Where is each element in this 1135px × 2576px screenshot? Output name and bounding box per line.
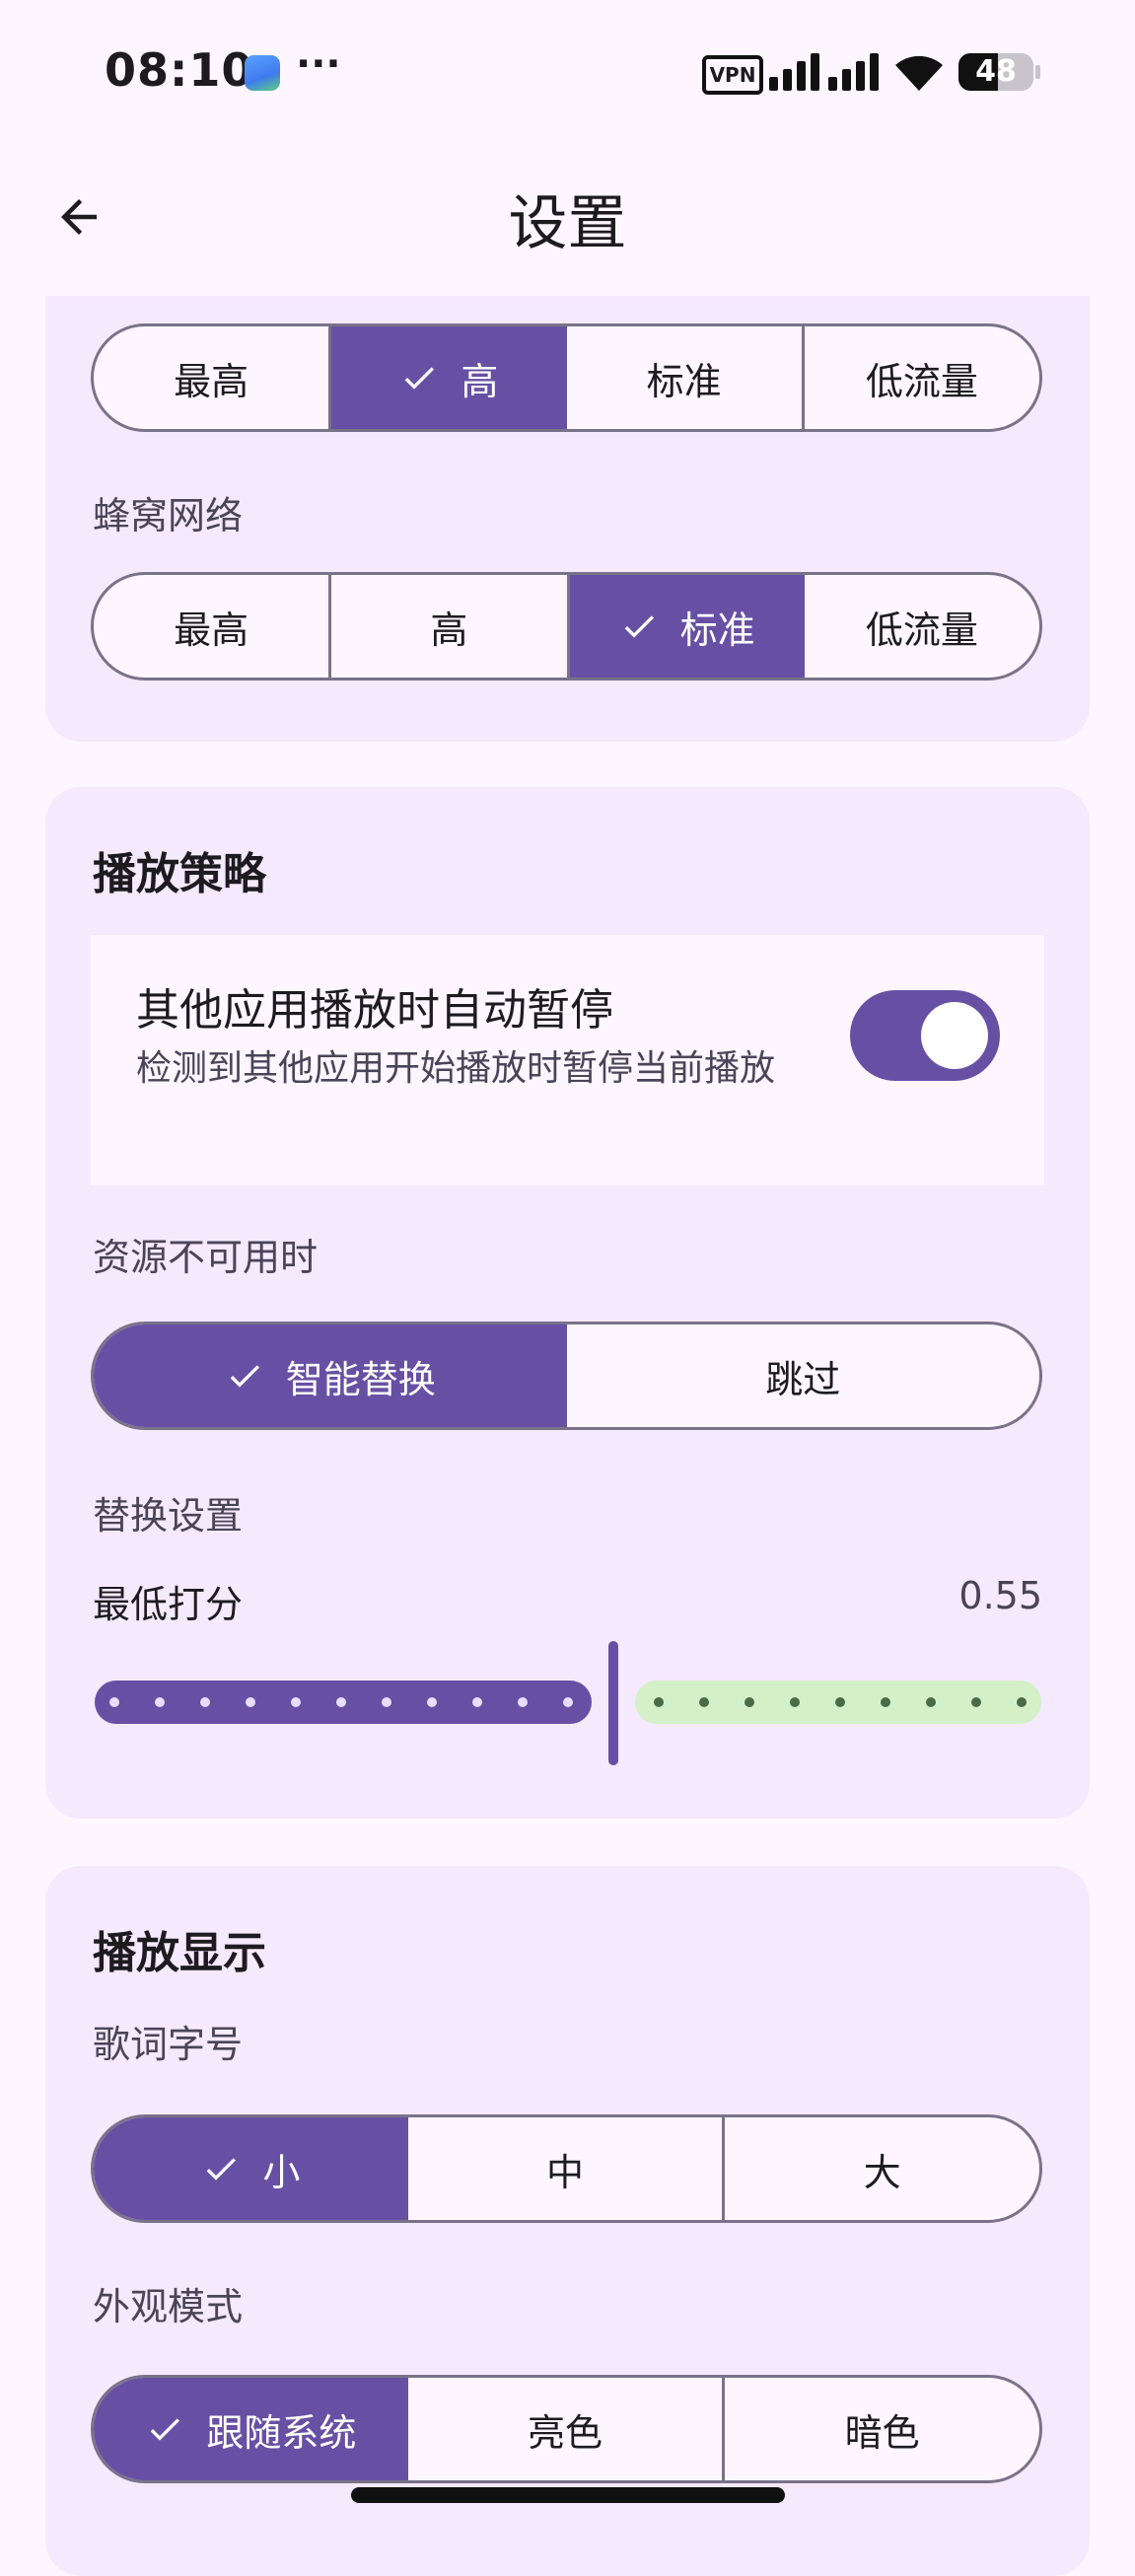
slider-tick xyxy=(790,1697,800,1707)
gesture-navigation-bar[interactable] xyxy=(351,2487,785,2503)
wifi-icon xyxy=(895,55,943,91)
option-label: 亮色 xyxy=(528,2410,603,2455)
slider-tick xyxy=(200,1697,210,1707)
unavailable-action-option[interactable]: 跳过 xyxy=(567,1324,1040,1427)
wifi-quality-selector: 最高 高 标准 低流量 xyxy=(91,323,1042,432)
cellular-quality-selector: 最高 高 标准 低流量 xyxy=(91,572,1042,680)
check-icon xyxy=(151,2418,180,2441)
slider-tick xyxy=(745,1697,754,1707)
app-notification-icon xyxy=(245,55,280,91)
lyrics-size-option[interactable]: 大 xyxy=(722,2117,1039,2220)
option-label: 标准 xyxy=(679,608,755,652)
cellular-quality-option[interactable]: 高 xyxy=(328,575,566,678)
auto-pause-row[interactable]: 其他应用播放时自动暂停 检测到其他应用开始播放时暂停当前播放 xyxy=(91,935,1044,1185)
slider-tick xyxy=(926,1697,936,1707)
lyrics-size-option[interactable]: 小 xyxy=(94,2117,408,2220)
wifi-quality-option[interactable]: 最高 xyxy=(94,326,328,429)
appearance-mode-selector: 跟随系统 亮色 暗色 xyxy=(91,2375,1042,2483)
slider-tick xyxy=(336,1697,346,1707)
min-score-label: 最低打分 xyxy=(93,1583,244,1626)
slider-handle xyxy=(608,1641,618,1765)
playback-strategy-card: 播放策略 其他应用播放时自动暂停 检测到其他应用开始播放时暂停当前播放 资源不可… xyxy=(45,787,1090,1819)
cellular-quality-option[interactable]: 最高 xyxy=(94,575,328,678)
slider-tick xyxy=(109,1697,119,1707)
unavailable-action-option[interactable]: 智能替换 xyxy=(94,1324,567,1427)
option-label: 暗色 xyxy=(844,2410,920,2455)
quality-card: 最高 高 标准 低流量 蜂窝网络 最高 高 标准 低流量 xyxy=(45,296,1090,742)
switch-knob xyxy=(921,1002,988,1069)
option-label: 低流量 xyxy=(865,359,978,403)
check-icon xyxy=(624,615,654,638)
battery-icon: 48 xyxy=(958,53,1033,91)
slider-tick xyxy=(382,1697,391,1707)
unavailable-label: 资源不可用时 xyxy=(93,1236,319,1279)
appearance-mode-option[interactable]: 暗色 xyxy=(722,2378,1039,2480)
cellular-quality-option[interactable]: 标准 xyxy=(566,575,805,678)
option-label: 标准 xyxy=(646,359,722,403)
option-label: 智能替换 xyxy=(285,1357,436,1401)
unavailable-action-selector: 智能替换 跳过 xyxy=(91,1322,1042,1430)
battery-level: 48 xyxy=(975,54,1017,89)
slider-tick xyxy=(881,1697,890,1707)
slider-tick xyxy=(699,1697,709,1707)
option-label: 低流量 xyxy=(865,608,978,652)
min-score-value: 0.55 xyxy=(958,1574,1042,1617)
slider-tick xyxy=(246,1697,255,1707)
slider-tick xyxy=(518,1697,528,1707)
check-icon xyxy=(405,367,435,390)
appearance-mode-option[interactable]: 跟随系统 xyxy=(94,2378,408,2480)
slider-tick xyxy=(472,1697,482,1707)
top-app-bar: 设置 xyxy=(0,148,1135,296)
battery-nub xyxy=(1035,65,1040,79)
option-label: 高 xyxy=(461,359,499,403)
slider-tick xyxy=(971,1697,981,1707)
appearance-mode-label: 外观模式 xyxy=(93,2285,244,2328)
option-label: 高 xyxy=(430,608,468,652)
appearance-mode-option[interactable]: 亮色 xyxy=(408,2378,723,2480)
option-label: 跳过 xyxy=(765,1357,841,1401)
option-label: 大 xyxy=(863,2150,901,2194)
wifi-quality-option[interactable]: 低流量 xyxy=(801,326,1039,429)
slider-tick xyxy=(654,1697,664,1707)
lyrics-size-selector: 小 中 大 xyxy=(91,2114,1042,2223)
slider-tick xyxy=(291,1697,301,1707)
wifi-quality-option[interactable]: 高 xyxy=(328,326,567,429)
slider-tick xyxy=(427,1697,437,1707)
playback-display-card: 播放显示 歌词字号 小 中 大 外观模式 跟随系统 亮色 暗色 xyxy=(45,1866,1090,2576)
option-label: 跟随系统 xyxy=(206,2410,357,2455)
check-icon xyxy=(207,2158,237,2181)
option-label: 小 xyxy=(262,2150,301,2194)
status-time: 08:10 xyxy=(105,43,254,97)
option-label: 最高 xyxy=(174,608,249,652)
check-icon xyxy=(230,1365,259,1388)
slider-tick xyxy=(563,1697,573,1707)
lyrics-size-option[interactable]: 中 xyxy=(408,2117,723,2220)
auto-pause-title: 其他应用播放时自动暂停 xyxy=(136,985,613,1036)
cellular-network-label: 蜂窝网络 xyxy=(93,494,244,537)
card-title: 播放策略 xyxy=(93,849,266,899)
min-score-slider[interactable] xyxy=(95,1641,1041,1779)
slider-tick xyxy=(155,1697,165,1707)
option-label: 中 xyxy=(546,2150,585,2194)
cellular-quality-option[interactable]: 低流量 xyxy=(805,575,1039,678)
slider-tick xyxy=(1017,1697,1027,1707)
vpn-icon: VPN xyxy=(702,55,763,95)
auto-pause-switch[interactable] xyxy=(850,990,1000,1081)
slider-tick xyxy=(835,1697,845,1707)
wifi-quality-option[interactable]: 标准 xyxy=(567,326,802,429)
lyrics-size-label: 歌词字号 xyxy=(93,2023,244,2066)
option-label: 最高 xyxy=(174,359,249,403)
status-bar: 08:10 ··· VPN 48 xyxy=(0,0,1135,148)
auto-pause-subtitle: 检测到其他应用开始播放时暂停当前播放 xyxy=(136,1048,776,1089)
more-notifications-icon: ··· xyxy=(296,41,341,87)
replace-settings-label: 替换设置 xyxy=(93,1494,244,1538)
card-title: 播放显示 xyxy=(93,1928,266,1978)
page-title: 设置 xyxy=(508,189,627,258)
